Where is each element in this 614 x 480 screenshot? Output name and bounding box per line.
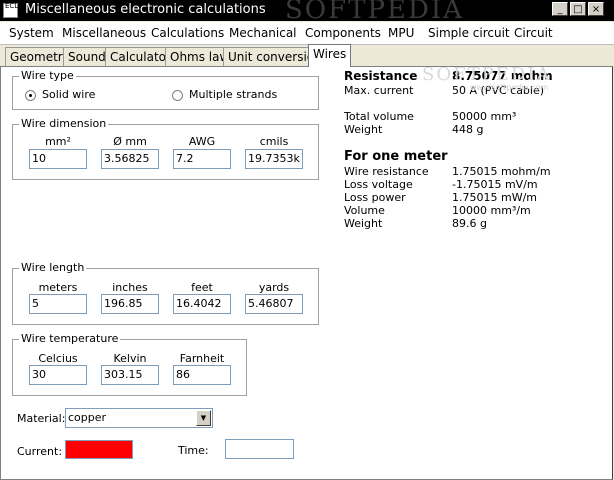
celcius-header: Celcius xyxy=(38,352,78,365)
multiple-strands-label[interactable]: Multiple strands xyxy=(189,88,277,101)
awg-field[interactable]: 7.2 xyxy=(173,149,231,169)
tab-sound[interactable]: Sound xyxy=(63,47,111,66)
mm2-header: mm² xyxy=(45,135,71,148)
kelvin-header: Kelvin xyxy=(113,352,147,365)
inches-field[interactable]: 196.85 xyxy=(101,294,159,314)
per-meter-heading: For one meter xyxy=(344,149,448,164)
menu-system[interactable]: System xyxy=(9,26,54,40)
time-label: Time: xyxy=(178,444,209,457)
wire-type-group: Wire type Solid wire Multiple strands xyxy=(12,69,319,110)
diameter-header: Ø mm xyxy=(113,135,147,148)
wire-type-legend: Wire type xyxy=(19,69,76,82)
current-label: Current: xyxy=(17,445,63,458)
softpedia-url-watermark: www.softpedia.com xyxy=(470,83,549,92)
maximize-button[interactable]: □ xyxy=(570,2,586,16)
material-select[interactable]: copper ▼ xyxy=(65,408,213,428)
resistance-label: Resistance xyxy=(344,69,418,83)
time-field[interactable] xyxy=(225,439,294,459)
wire-length-legend: Wire length xyxy=(19,261,87,274)
title-bar: ECL Miscellaneous electronic calculation… xyxy=(0,0,614,25)
yards-header: yards xyxy=(258,281,290,294)
window-title: Miscellaneous electronic calculations xyxy=(25,2,266,17)
celcius-field[interactable]: 30 xyxy=(29,365,87,385)
menu-circuit[interactable]: Circuit xyxy=(514,26,553,40)
total-volume-value: 50000 mm³ xyxy=(452,110,517,123)
diameter-field[interactable]: 3.56825 xyxy=(101,149,159,169)
minimize-button[interactable]: _ xyxy=(552,2,568,16)
weight-label: Weight xyxy=(344,123,383,136)
wire-resistance-value: 1.75015 mohm/m xyxy=(452,165,551,178)
volume-value: 10000 mm³/m xyxy=(452,204,531,217)
app-icon: ECL xyxy=(3,3,18,18)
solid-wire-radio[interactable] xyxy=(25,90,36,101)
kelvin-field[interactable]: 303.15 xyxy=(101,365,159,385)
wire-dimension-legend: Wire dimension xyxy=(19,117,109,130)
wire-temperature-legend: Wire temperature xyxy=(19,332,121,345)
yards-field[interactable]: 5.46807 xyxy=(245,294,303,314)
feet-header: feet xyxy=(191,281,213,294)
loss-power-value: 1.75015 mW/m xyxy=(452,191,537,204)
wires-panel: Wire type Solid wire Multiple strands Wi… xyxy=(0,66,613,480)
farnheit-field[interactable]: 86 xyxy=(173,365,231,385)
farnheit-header: Farnheit xyxy=(179,352,225,365)
mm2-field[interactable]: 10 xyxy=(29,149,87,169)
wire-dimension-group: Wire dimension mm² Ø mm AWG cmils 10 3.5… xyxy=(12,117,319,180)
inches-header: inches xyxy=(112,281,148,294)
menu-bar: System Miscellaneous Calculations Mechan… xyxy=(0,22,614,45)
wire-resistance-label: Wire resistance xyxy=(344,165,429,178)
loss-voltage-label: Loss voltage xyxy=(344,178,413,191)
solid-wire-label[interactable]: Solid wire xyxy=(42,88,95,101)
cmils-header: cmils xyxy=(259,135,289,148)
loss-power-label: Loss power xyxy=(344,191,406,204)
tab-wires[interactable]: Wires xyxy=(308,44,352,67)
menu-components[interactable]: Components xyxy=(305,26,381,40)
volume-label: Volume xyxy=(344,204,385,217)
menu-simple-circuit[interactable]: Simple circuit xyxy=(428,26,510,40)
menu-miscellaneous[interactable]: Miscellaneous xyxy=(62,26,146,40)
weight-value: 448 g xyxy=(452,123,484,136)
softpedia-watermark: SOFTPEDIA xyxy=(422,64,552,85)
awg-header: AWG xyxy=(188,135,216,148)
cmils-field[interactable]: 19.7353k xyxy=(245,149,303,169)
total-volume-label: Total volume xyxy=(344,110,414,123)
material-label: Material: xyxy=(17,412,66,425)
menu-mechanical[interactable]: Mechanical xyxy=(229,26,297,40)
max-current-label: Max. current xyxy=(344,84,414,97)
close-button[interactable]: × xyxy=(588,2,604,16)
menu-calculations[interactable]: Calculations xyxy=(151,26,224,40)
menu-mpu[interactable]: MPU xyxy=(388,26,414,40)
wire-length-group: Wire length meters inches feet yards 5 1… xyxy=(12,261,319,325)
meters-header: meters xyxy=(38,281,78,294)
per-meter-weight-label: Weight xyxy=(344,217,383,230)
per-meter-weight-value: 89.6 g xyxy=(452,217,487,230)
feet-field[interactable]: 16.4042 xyxy=(173,294,231,314)
chevron-down-icon[interactable]: ▼ xyxy=(196,410,211,426)
loss-voltage-value: -1.75015 mV/m xyxy=(452,178,538,191)
material-value: copper xyxy=(68,411,107,424)
multiple-strands-radio[interactable] xyxy=(172,90,183,101)
meters-field[interactable]: 5 xyxy=(29,294,87,314)
wire-temperature-group: Wire temperature Celcius Kelvin Farnheit… xyxy=(12,332,247,396)
current-indicator[interactable] xyxy=(65,440,133,459)
